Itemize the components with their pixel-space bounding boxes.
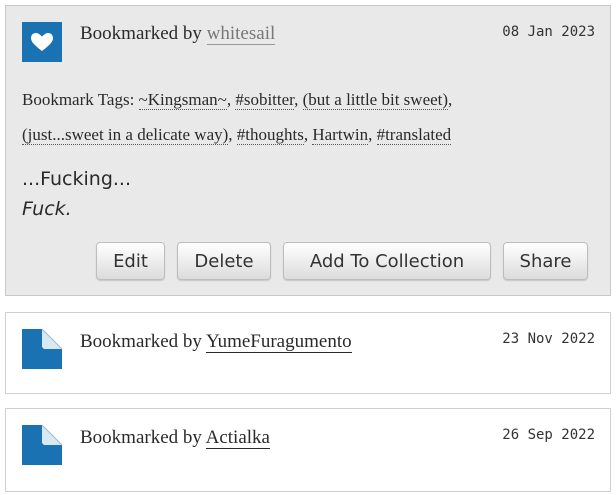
- bookmark-date: 26 Sep 2022: [502, 427, 595, 443]
- bookmark-tags-label: Bookmark Tags:: [22, 90, 135, 109]
- note-line: Fuck.: [22, 198, 72, 220]
- bookmark-byline: Bookmarked by whitesail: [80, 23, 276, 45]
- bookmark-actions: Edit Delete Add To Collection Share: [96, 242, 588, 280]
- bookmark-byline: Bookmarked by YumeFuragumento: [80, 331, 352, 353]
- delete-button[interactable]: Delete: [177, 242, 271, 280]
- tag-link[interactable]: Hartwin: [312, 125, 369, 145]
- bookmarker-link[interactable]: whitesail: [206, 23, 276, 45]
- bookmarked-by-label: Bookmarked by: [80, 427, 202, 448]
- bookmark-card: Bookmarked by Actialka 26 Sep 2022: [5, 408, 611, 492]
- tag-link[interactable]: (but a little bit sweet): [302, 90, 449, 110]
- bookmark-tags: Bookmark Tags: ~Kingsman~, #sobitter, (b…: [22, 90, 453, 145]
- bookmarker-link[interactable]: YumeFuragumento: [205, 331, 352, 353]
- tag-link[interactable]: #sobitter: [235, 90, 295, 110]
- bookmark-date: 23 Nov 2022: [502, 331, 595, 347]
- bookmark-note: ...Fucking... Fuck.: [22, 164, 131, 224]
- bookmark-date: 08 Jan 2023: [502, 24, 595, 40]
- bookmarked-by-label: Bookmarked by: [80, 23, 202, 44]
- note-line: ...Fucking...: [22, 168, 131, 190]
- page-icon: [22, 329, 62, 369]
- bookmarked-by-label: Bookmarked by: [80, 331, 202, 352]
- edit-button[interactable]: Edit: [96, 242, 165, 280]
- tag-link[interactable]: #thoughts: [236, 125, 304, 145]
- tag-link[interactable]: #translated: [376, 125, 452, 145]
- share-button[interactable]: Share: [503, 242, 588, 280]
- bookmarker-link[interactable]: Actialka: [205, 427, 270, 449]
- tag-link[interactable]: ~Kingsman~: [138, 90, 227, 110]
- heart-icon: [22, 22, 62, 62]
- tag-link[interactable]: (just...sweet in a delicate way): [22, 125, 229, 145]
- page-icon: [22, 425, 62, 465]
- bookmark-card: Bookmarked by YumeFuragumento 23 Nov 202…: [5, 312, 611, 394]
- add-to-collection-button[interactable]: Add To Collection: [283, 242, 491, 280]
- bookmark-byline: Bookmarked by Actialka: [80, 427, 270, 449]
- bookmark-card-own: Bookmarked by whitesail 08 Jan 2023 Book…: [5, 5, 611, 296]
